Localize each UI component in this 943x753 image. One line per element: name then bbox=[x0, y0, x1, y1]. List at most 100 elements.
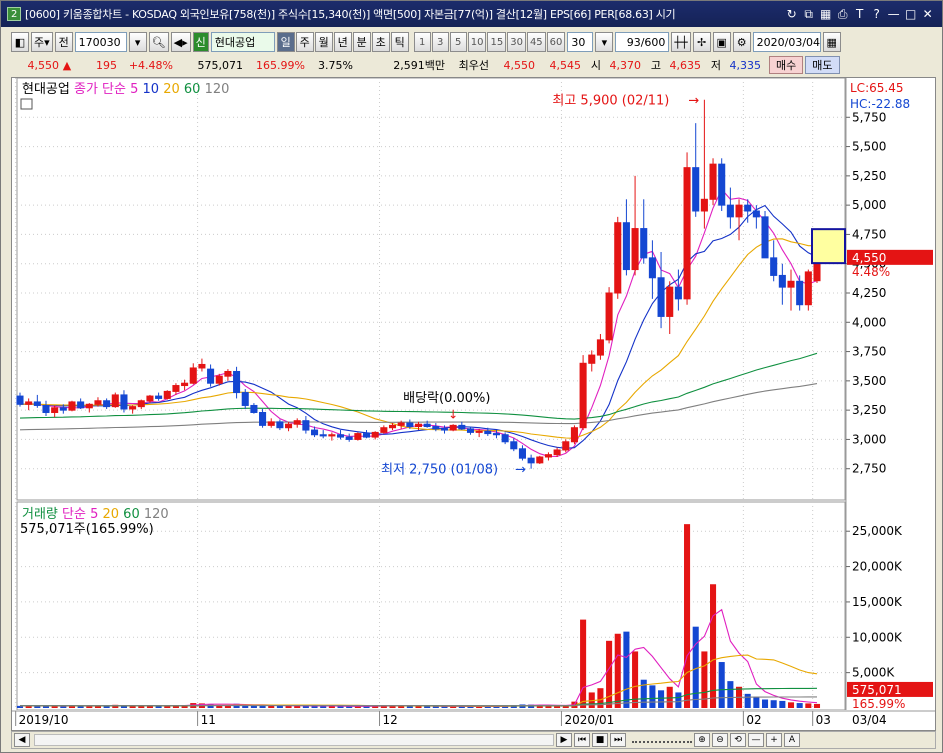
volume-value-label: 575,071주(165.99%) bbox=[20, 522, 154, 537]
interval-button-30[interactable]: 30 bbox=[507, 32, 526, 52]
font-icon[interactable]: T bbox=[853, 7, 866, 22]
chart-area[interactable]: 5,7505,5005,2505,0004,7504,5004,2504,000… bbox=[11, 77, 936, 731]
candle-body bbox=[683, 167, 691, 300]
scroll-right-icon[interactable]: ▶ bbox=[556, 733, 572, 747]
candle-body bbox=[354, 433, 362, 440]
maximize-icon[interactable]: □ bbox=[904, 7, 917, 22]
period-button-6[interactable]: 틱 bbox=[390, 32, 409, 52]
interval-button-15[interactable]: 15 bbox=[487, 32, 507, 52]
crosshair-icon[interactable]: ✢ bbox=[692, 32, 711, 52]
x-tick-label: 03 bbox=[816, 713, 831, 727]
gear-icon[interactable]: ⚙ bbox=[732, 32, 751, 52]
sound-icon[interactable]: ◀▸ bbox=[170, 32, 191, 52]
price-legend: 현대공업 종가 단순 5 10 20 60 120 bbox=[22, 82, 229, 97]
best-ask-label: 최우선 bbox=[458, 59, 489, 72]
candle-body bbox=[622, 222, 630, 271]
candle-body bbox=[94, 400, 102, 405]
credit-badge: 신 bbox=[192, 32, 209, 52]
help-icon[interactable]: ? bbox=[870, 7, 883, 22]
price-tick-label: 3,750 bbox=[852, 345, 886, 359]
calendar-icon[interactable]: ▦ bbox=[822, 32, 841, 52]
search-icon[interactable]: 🔍︎ bbox=[148, 32, 169, 52]
candle-body bbox=[787, 280, 795, 288]
candle-body bbox=[692, 167, 700, 212]
buy-button[interactable]: 매수 bbox=[769, 56, 804, 74]
type-select[interactable]: 주 ▾ bbox=[31, 32, 53, 52]
link-icon[interactable]: ↻ bbox=[785, 7, 798, 22]
period-button-5[interactable]: 초 bbox=[371, 32, 390, 52]
candle-body bbox=[605, 292, 613, 341]
volume-bar bbox=[796, 703, 803, 708]
candle-body bbox=[761, 216, 769, 259]
interval-button-3[interactable]: 3 bbox=[431, 32, 449, 52]
interval-button-1[interactable]: 1 bbox=[413, 32, 431, 52]
period-button-4[interactable]: 분 bbox=[352, 32, 371, 52]
interval-button-45[interactable]: 45 bbox=[526, 32, 546, 52]
count-field[interactable]: 93/600 bbox=[615, 32, 670, 52]
font-size-icon[interactable]: A bbox=[784, 733, 800, 747]
period-button-0[interactable]: 일 bbox=[276, 32, 295, 52]
candle-body bbox=[778, 274, 786, 288]
candle-body bbox=[501, 434, 509, 443]
candle-body bbox=[215, 375, 223, 384]
last-pct-label: 4.48% bbox=[852, 265, 890, 279]
up-arrow-icon: ▲ bbox=[62, 58, 72, 72]
code-input[interactable]: 170030 bbox=[74, 32, 127, 52]
selection-box bbox=[811, 228, 846, 265]
sell-button[interactable]: 매도 bbox=[805, 56, 840, 74]
open-price: 4,370 bbox=[609, 58, 642, 72]
candle-body bbox=[596, 339, 604, 356]
candle-body bbox=[562, 441, 570, 451]
candle-body bbox=[700, 198, 708, 212]
interval-button-10[interactable]: 10 bbox=[467, 32, 487, 52]
candle-body bbox=[752, 210, 760, 218]
candle-body bbox=[553, 449, 561, 456]
close-icon[interactable]: ✕ bbox=[921, 7, 934, 22]
candle-body bbox=[33, 401, 41, 406]
volume-bar bbox=[813, 703, 821, 708]
period-button-1[interactable]: 주 bbox=[295, 32, 314, 52]
interval-dropdown-icon[interactable]: ▾ bbox=[595, 32, 614, 52]
volume-bar bbox=[320, 706, 327, 708]
x-current-date: 03/04 bbox=[852, 713, 887, 727]
zoom-slider[interactable] bbox=[632, 737, 692, 743]
first-icon[interactable]: ⏮ bbox=[574, 733, 590, 747]
reset-icon[interactable]: ⟲ bbox=[730, 733, 746, 747]
code-dropdown-icon[interactable]: ▾ bbox=[128, 32, 147, 52]
print-icon[interactable]: ⎙ bbox=[836, 7, 849, 22]
chart-type-icon[interactable]: ┼┼ bbox=[671, 32, 691, 52]
candle-body bbox=[423, 423, 431, 428]
candle-body bbox=[59, 407, 67, 411]
save-icon[interactable]: ▣ bbox=[712, 32, 731, 52]
scroll-bar[interactable]: ◀ ▶ ⏮ ■ ⏭ ⊕ ⊖ ⟲ — + A bbox=[11, 731, 936, 749]
menu-icon[interactable]: ◧ bbox=[11, 32, 29, 52]
interval-input[interactable]: 30 bbox=[567, 32, 594, 52]
date-input[interactable]: 2020/03/04 bbox=[752, 32, 821, 52]
scroll-track[interactable] bbox=[34, 734, 554, 746]
stop-icon[interactable]: ■ bbox=[592, 733, 608, 747]
layout-icon[interactable]: ▦ bbox=[819, 7, 832, 22]
scroll-left-icon[interactable]: ◀ bbox=[14, 733, 30, 747]
last-icon[interactable]: ⏭ bbox=[610, 733, 626, 747]
minus-icon[interactable]: — bbox=[748, 733, 764, 747]
plus-icon[interactable]: + bbox=[766, 733, 782, 747]
x-tick-label: 2019/10 bbox=[19, 713, 69, 727]
candle-body bbox=[648, 257, 656, 279]
current-price: 4,550 bbox=[27, 58, 60, 72]
chart-svg[interactable]: 5,7505,5005,2505,0004,7504,5004,2504,000… bbox=[12, 77, 935, 730]
tile-icon[interactable]: ⧉ bbox=[802, 7, 815, 22]
period-button-2[interactable]: 월 bbox=[314, 32, 333, 52]
interval-button-5[interactable]: 5 bbox=[449, 32, 467, 52]
minimize-icon[interactable]: — bbox=[887, 7, 900, 22]
zoom-out-icon[interactable]: ⊖ bbox=[712, 733, 728, 747]
price-change: 195 bbox=[96, 58, 117, 72]
legend-ma-2: 20 bbox=[163, 82, 184, 97]
volume-bar bbox=[328, 706, 335, 708]
title-bar[interactable]: 2 [0600] 키움종합차트 - KOSDAQ 외국인보유[758(천)] 주… bbox=[1, 1, 942, 27]
interval-button-60[interactable]: 60 bbox=[546, 32, 566, 52]
period-button-3[interactable]: 년 bbox=[333, 32, 352, 52]
candle-body bbox=[285, 423, 293, 429]
low-arrow-icon: → bbox=[515, 463, 526, 478]
zoom-in-icon[interactable]: ⊕ bbox=[694, 733, 710, 747]
prev-button[interactable]: 전 bbox=[54, 32, 73, 52]
